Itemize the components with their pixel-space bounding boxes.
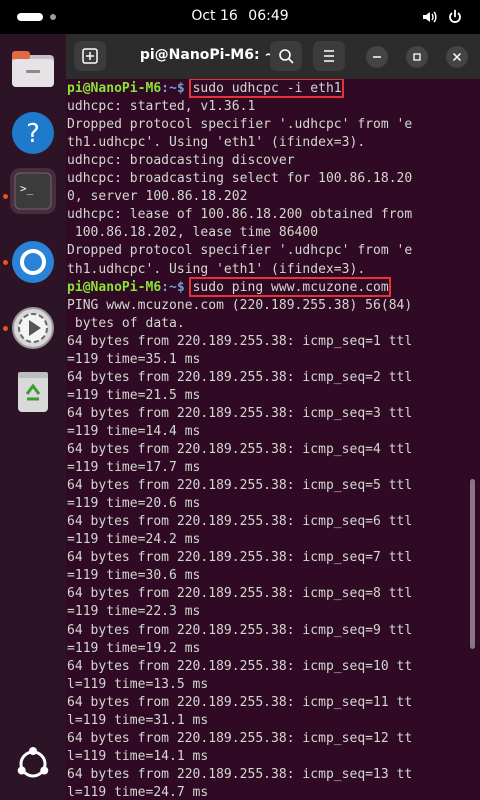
prompt-user: pi@NanoPi-M6 [67, 279, 162, 295]
close-button[interactable] [446, 46, 468, 68]
svg-text:?: ? [26, 119, 40, 149]
clock-date: Oct 16 [191, 8, 238, 24]
chromium-icon[interactable] [10, 239, 56, 285]
terminal-output-line: =119 time=22.3 ms [67, 604, 201, 620]
power-icon[interactable] [447, 9, 463, 25]
clock[interactable]: Oct 16 06:49 [0, 8, 480, 24]
restore-icon [413, 53, 421, 61]
top-bar: Oct 16 06:49 [0, 0, 480, 34]
terminal-output-line: =119 time=19.2 ms [67, 640, 201, 656]
help-icon[interactable]: ? [10, 110, 56, 156]
terminal-output-line: 64 bytes from 220.189.255.38: icmp_seq=1… [67, 730, 413, 746]
terminal-output-line: =119 time=14.4 ms [67, 423, 201, 439]
terminal-output-line: Dropped protocol specifier '.udhcpc' fro… [67, 243, 413, 259]
terminal-output-line: l=119 time=14.1 ms [67, 748, 209, 764]
trash-icon[interactable] [10, 369, 56, 415]
terminal-output-line: 64 bytes from 220.189.255.38: icmp_seq=2… [67, 369, 413, 385]
prompt-path: :~$ [161, 81, 193, 96]
maximize-button[interactable] [406, 46, 428, 68]
terminal-output-line: 64 bytes from 220.189.255.38: icmp_seq=1… [67, 694, 413, 710]
terminal-output-line: Dropped protocol specifier '.udhcpc' fro… [67, 117, 413, 133]
terminal-window: pi@NanoPi-M6: ~ pi@NanoPi-M6:~$ sudo udh… [66, 34, 480, 800]
command-highlight-box [189, 276, 392, 297]
terminal-output-line: 64 bytes from 220.189.255.38: icmp_seq=7… [67, 550, 413, 566]
terminal-output-line: udhcpc: started, v1.36.1 [67, 99, 256, 115]
terminal-running-indicator [3, 194, 8, 199]
terminal-output-line: 64 bytes from 220.189.255.38: icmp_seq=1… [67, 333, 413, 349]
minimize-button[interactable] [366, 46, 388, 68]
terminal-output-line: 64 bytes from 220.189.255.38: icmp_seq=8… [67, 586, 413, 602]
terminal-output-line: th1.udhcpc'. Using 'eth1' (ifindex=3). [67, 135, 366, 151]
terminal-output-line: 64 bytes from 220.189.255.38: icmp_seq=1… [67, 766, 413, 782]
clock-time: 06:49 [248, 8, 289, 24]
terminal-output-line: 64 bytes from 220.189.255.38: icmp_seq=1… [67, 658, 413, 674]
search-icon [279, 49, 294, 64]
new-tab-button[interactable] [74, 41, 106, 71]
terminal-output-line: l=119 time=24.7 ms [67, 784, 209, 800]
terminal-output-line: udhcpc: broadcasting select for 100.86.1… [67, 171, 413, 187]
terminal-output-line: 64 bytes from 220.189.255.38: icmp_seq=3… [67, 405, 413, 421]
terminal-output-line: =119 time=30.6 ms [67, 568, 201, 584]
terminal-output-line: 0, server 100.86.18.202 [67, 189, 248, 205]
scrollbar[interactable] [470, 479, 475, 649]
terminal-output-line: =119 time=21.5 ms [67, 387, 201, 403]
terminal-output-line: bytes of data. [67, 315, 185, 331]
svg-text:>_: >_ [20, 182, 34, 195]
terminal-output-line: 64 bytes from 220.189.255.38: icmp_seq=5… [67, 478, 413, 494]
command-highlight-box [189, 79, 345, 98]
terminal-output-line: l=119 time=13.5 ms [67, 676, 209, 692]
terminal-output-line: 64 bytes from 220.189.255.38: icmp_seq=6… [67, 514, 413, 530]
video-player-running-indicator [3, 326, 8, 331]
new-tab-icon [82, 48, 98, 64]
terminal-output-line: 100.86.18.202, lease time 86400 [67, 225, 319, 241]
workspace-dot[interactable] [50, 14, 56, 20]
files-icon[interactable] [10, 46, 56, 92]
terminal-output[interactable]: pi@NanoPi-M6:~$ sudo udhcpc -i eth1 udhcp… [66, 79, 480, 800]
dock: ? >_ [0, 34, 66, 800]
terminal-output-line: =119 time=35.1 ms [67, 351, 201, 367]
terminal-output-line: =119 time=17.7 ms [67, 460, 201, 476]
video-player-icon[interactable] [10, 305, 56, 351]
search-button[interactable] [270, 41, 302, 71]
hamburger-menu-icon [324, 50, 334, 62]
prompt-path: :~$ [161, 279, 193, 295]
title-bar[interactable]: pi@NanoPi-M6: ~ [66, 34, 480, 79]
terminal-icon[interactable]: >_ [10, 168, 56, 214]
terminal-output-line: l=119 time=31.1 ms [67, 712, 209, 728]
activities-indicator[interactable] [17, 13, 43, 21]
chromium-running-indicator [3, 260, 8, 265]
terminal-output-line: udhcpc: lease of 100.86.18.200 obtained … [67, 207, 413, 223]
terminal-output-line: 64 bytes from 220.189.255.38: icmp_seq=4… [67, 442, 413, 457]
terminal-output-line: 64 bytes from 220.189.255.38: icmp_seq=9… [67, 622, 413, 638]
volume-icon[interactable] [421, 9, 437, 25]
close-icon [452, 52, 462, 62]
prompt-user: pi@NanoPi-M6 [67, 81, 162, 96]
ubuntu-logo-icon[interactable] [10, 741, 56, 787]
terminal-output-line: PING www.mcuzone.com (220.189.255.38) 56… [67, 297, 413, 313]
terminal-output-line: udhcpc: broadcasting discover [67, 153, 295, 169]
window-title: pi@NanoPi-M6: ~ [139, 47, 277, 63]
terminal-output-line: =119 time=24.2 ms [67, 532, 201, 548]
menu-button[interactable] [313, 41, 345, 71]
terminal-output-line: =119 time=20.6 ms [67, 496, 201, 512]
minimize-icon [373, 56, 381, 58]
